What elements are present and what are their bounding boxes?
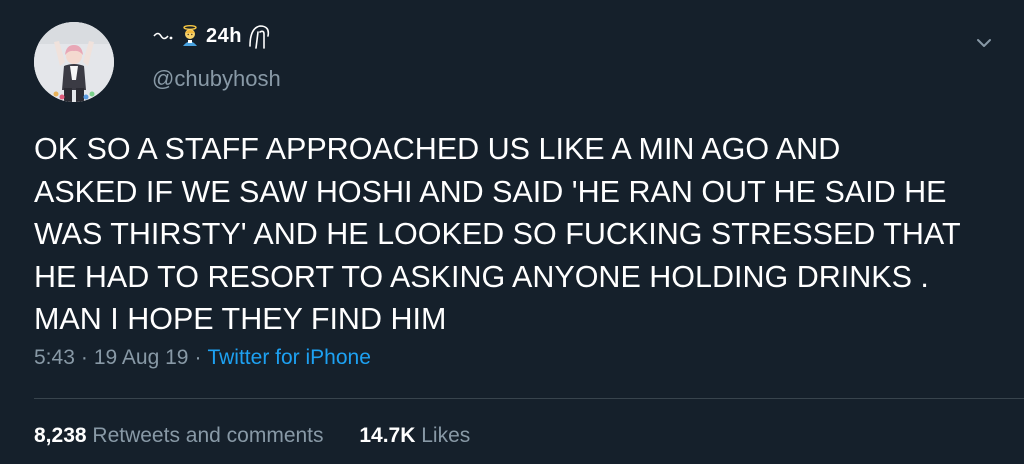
angel-emoji-icon xyxy=(183,25,197,46)
chevron-down-icon[interactable] xyxy=(972,34,996,52)
squiggle-icon xyxy=(153,32,173,40)
retweets-count: 8,238 xyxy=(34,424,87,447)
tweet-date[interactable]: 19 Aug 19 xyxy=(94,346,189,369)
retweets-stat[interactable]: 8,238 Retweets and comments xyxy=(34,424,324,447)
user-handle[interactable]: @chubyhosh xyxy=(152,66,281,92)
divider xyxy=(34,398,1024,399)
tweet-card: 24h @chubyhosh OK SO A STAFF APPROACHED … xyxy=(0,0,1024,464)
likes-stat[interactable]: 14.7K Likes xyxy=(359,424,470,447)
separator-dot: · xyxy=(194,346,202,369)
tweet-metadata: 5:43 · 19 Aug 19 · Twitter for iPhone xyxy=(34,346,371,370)
tweet-text: OK SO A STAFF APPROACHED US LIKE A MIN A… xyxy=(34,132,961,336)
separator-dot: · xyxy=(80,346,88,369)
display-name-text: 24h xyxy=(206,24,242,47)
tweet-stats: 8,238 Retweets and comments 14.7K Likes xyxy=(34,424,470,448)
tweet-source-link[interactable]: Twitter for iPhone xyxy=(207,346,370,369)
display-name[interactable]: 24h xyxy=(152,22,274,50)
avatar[interactable] xyxy=(34,22,114,102)
likes-count: 14.7K xyxy=(359,424,416,447)
retweets-label: Retweets and comments xyxy=(92,424,324,447)
avatar-image xyxy=(34,22,114,102)
likes-label: Likes xyxy=(421,424,471,447)
swirl-icon xyxy=(249,25,270,49)
tweet-time[interactable]: 5:43 xyxy=(34,346,75,369)
